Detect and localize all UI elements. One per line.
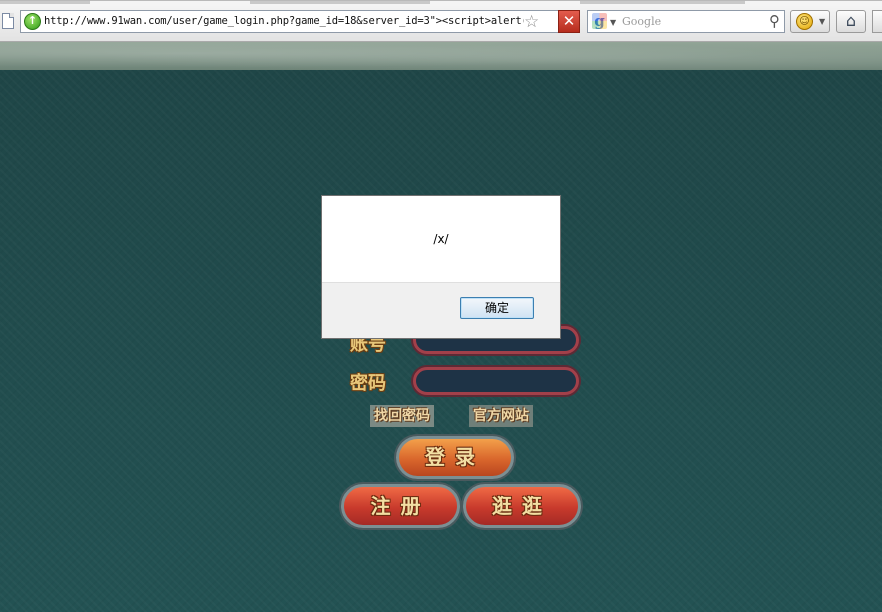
alert-footer: 确定: [322, 282, 560, 338]
tab-strip: [0, 1, 882, 4]
browser-toolbar: ↑ http://www.91wan.com/user/game_login.p…: [0, 0, 882, 42]
bookmark-star-icon[interactable]: ☆: [524, 12, 539, 32]
login-button[interactable]: 登录: [396, 436, 514, 479]
ok-button[interactable]: 确定: [460, 297, 534, 319]
alert-dialog: /x/ 确定: [321, 195, 561, 339]
smiley-dropdown-icon[interactable]: ▼: [819, 17, 825, 26]
search-placeholder[interactable]: Google: [622, 15, 661, 28]
official-site-link[interactable]: 官方网站: [469, 405, 533, 427]
home-button[interactable]: ⌂: [836, 10, 866, 33]
address-text[interactable]: http://www.91wan.com/user/game_login.php…: [44, 15, 524, 27]
stop-button[interactable]: ✕: [558, 10, 580, 33]
tab-left[interactable]: [90, 1, 250, 4]
more-button[interactable]: [872, 10, 882, 33]
search-box[interactable]: g ▼ Google ⚲: [587, 10, 785, 33]
smiley-button[interactable]: ☺ ▼: [790, 10, 830, 33]
page-header-strip: [0, 42, 882, 70]
page-icon: [2, 13, 14, 29]
browse-button[interactable]: 逛逛: [463, 484, 581, 528]
tab-middle[interactable]: [430, 1, 580, 4]
tab-right[interactable]: [745, 1, 882, 4]
game-login-area: 账号 密码 找回密码 官方网站 登录 注册 逛逛: [0, 70, 882, 612]
password-label: 密码: [350, 373, 386, 394]
register-button[interactable]: 注册: [341, 484, 460, 528]
forgot-password-link[interactable]: 找回密码: [370, 405, 434, 427]
address-bar[interactable]: ↑ http://www.91wan.com/user/game_login.p…: [20, 10, 580, 33]
search-icon[interactable]: ⚲: [769, 12, 780, 30]
go-icon[interactable]: ↑: [24, 13, 41, 30]
smiley-icon: ☺: [796, 13, 813, 30]
google-icon[interactable]: g: [592, 13, 607, 29]
alert-message: /x/: [433, 232, 449, 246]
password-input[interactable]: [413, 367, 579, 395]
search-engine-dropdown-icon[interactable]: ▼: [610, 18, 616, 27]
